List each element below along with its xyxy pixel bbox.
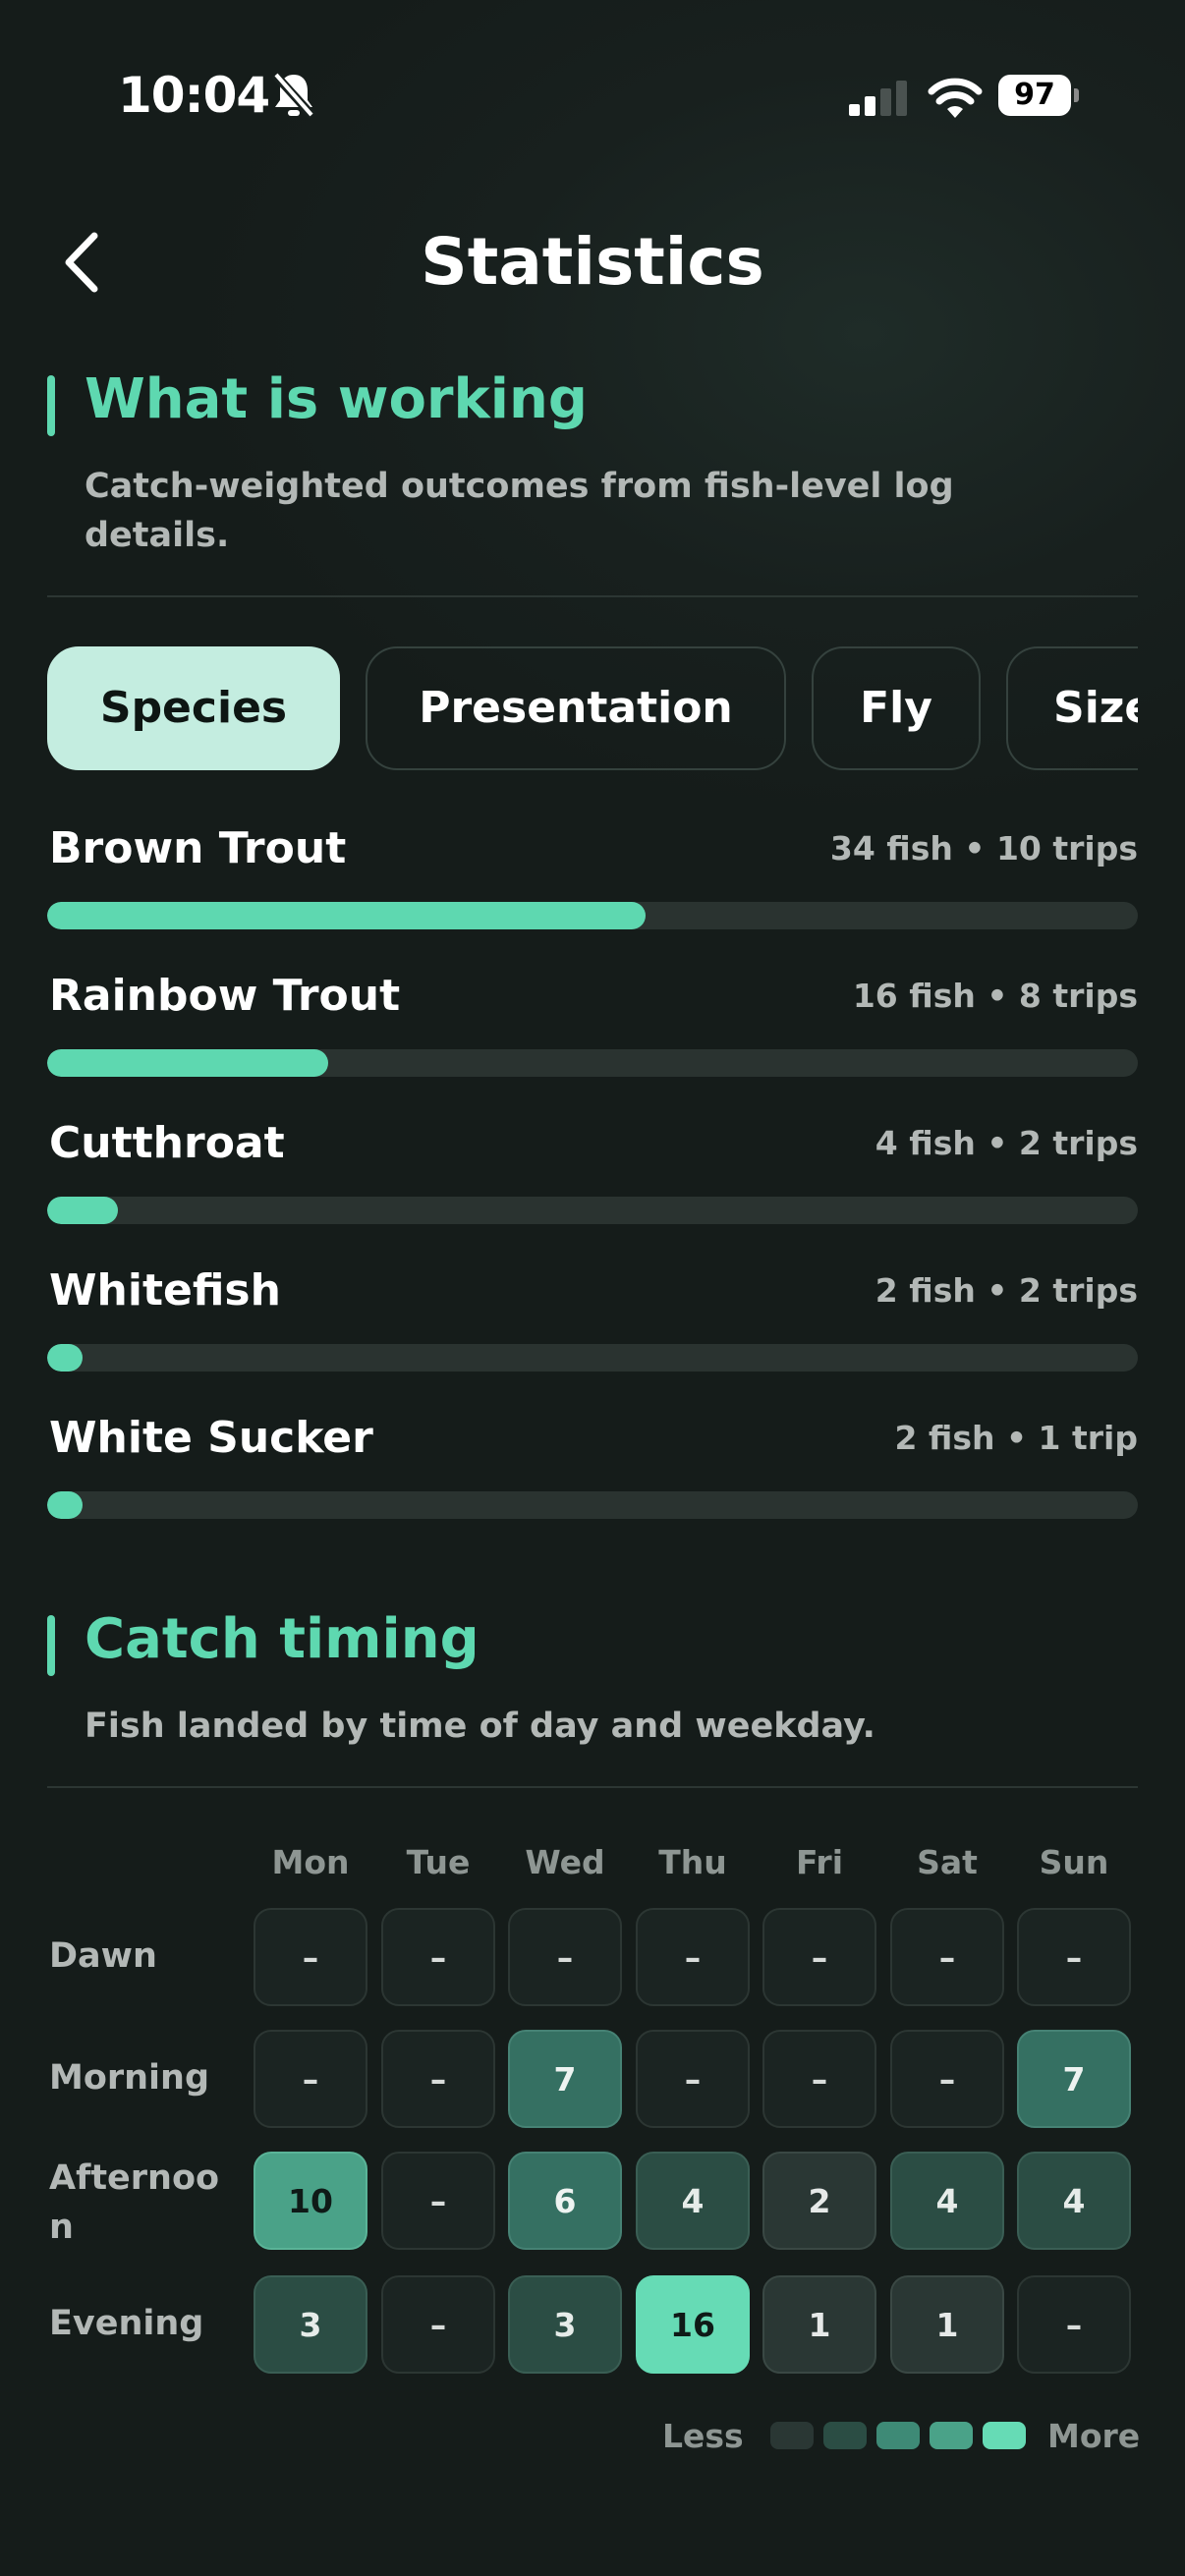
legend-swatch xyxy=(876,2422,920,2449)
species-name: White Sucker xyxy=(49,1413,373,1463)
day-header: Thu xyxy=(658,1843,727,1881)
heatmap-cell: – xyxy=(636,1908,750,2006)
battery-icon: 97 xyxy=(998,75,1079,116)
heatmap-cell: – xyxy=(508,1908,622,2006)
species-name: Brown Trout xyxy=(49,823,347,873)
legend-swatch xyxy=(823,2422,867,2449)
heatmap-cell: – xyxy=(762,2030,876,2128)
legend-more-label: More xyxy=(1047,2417,1141,2455)
legend-swatch xyxy=(983,2422,1026,2449)
battery-level: 97 xyxy=(998,75,1071,116)
heatmap-cell: 2 xyxy=(762,2152,876,2250)
heatmap-cell: – xyxy=(890,1908,1004,2006)
heatmap-cell: 3 xyxy=(508,2275,622,2374)
cellular-signal-icon xyxy=(849,81,907,116)
species-name: Whitefish xyxy=(49,1265,281,1316)
heatmap-cell: – xyxy=(381,2152,495,2250)
heatmap-cell: – xyxy=(1017,2275,1131,2374)
wifi-icon xyxy=(928,78,983,118)
species-bar-track xyxy=(47,902,1138,929)
legend-less-label: Less xyxy=(662,2417,744,2455)
species-bar-track xyxy=(47,1197,1138,1224)
bell-slash-icon xyxy=(271,71,316,120)
heatmap-cell: 7 xyxy=(1017,2030,1131,2128)
heatmap-cell: – xyxy=(636,2030,750,2128)
species-stats: 2 fish • 1 trip xyxy=(894,1419,1138,1457)
section-accent-bar xyxy=(47,375,55,436)
species-bar-fill xyxy=(47,1049,329,1077)
page-title: Statistics xyxy=(421,224,764,300)
day-header: Wed xyxy=(525,1843,605,1881)
heatmap-cell: – xyxy=(381,1908,495,2006)
heatmap-cell: – xyxy=(254,2030,367,2128)
breakdown-tabs: Species Presentation Fly Size xyxy=(47,646,1138,774)
heatmap-cell: 1 xyxy=(890,2275,1004,2374)
species-stats: 34 fish • 10 trips xyxy=(829,829,1138,868)
tab-size[interactable]: Size xyxy=(1006,646,1138,770)
tab-presentation[interactable]: Presentation xyxy=(366,646,786,770)
tab-fly[interactable]: Fly xyxy=(812,646,981,770)
catch-timing-subtitle: Fish landed by time of day and weekday. xyxy=(85,1707,875,1746)
heatmap-cell: 3 xyxy=(254,2275,367,2374)
heatmap-cell: 4 xyxy=(636,2152,750,2250)
species-stats: 4 fish • 2 trips xyxy=(875,1124,1138,1162)
heatmap-cell: – xyxy=(254,1908,367,2006)
species-name: Rainbow Trout xyxy=(49,971,401,1021)
heatmap-cell: 7 xyxy=(508,2030,622,2128)
slot-label: Evening xyxy=(49,2304,204,2343)
slot-label: Dawn xyxy=(49,1936,157,1976)
tab-species[interactable]: Species xyxy=(47,646,340,770)
heatmap-cell: – xyxy=(381,2275,495,2374)
species-bar-fill xyxy=(47,1197,118,1224)
what-is-working-title: What is working xyxy=(85,367,588,431)
heatmap-cell: – xyxy=(381,2030,495,2128)
heatmap-cell: 16 xyxy=(636,2275,750,2374)
heatmap-cell: 1 xyxy=(762,2275,876,2374)
species-bar-fill xyxy=(47,1344,83,1372)
species-bar-fill xyxy=(47,902,646,929)
species-bar-track xyxy=(47,1049,1138,1077)
slot-label: Morning xyxy=(49,2058,210,2098)
species-bar-track xyxy=(47,1491,1138,1519)
legend-swatch xyxy=(770,2422,814,2449)
day-header: Mon xyxy=(271,1843,350,1881)
heatmap-cell: 10 xyxy=(254,2152,367,2250)
species-name: Cutthroat xyxy=(49,1118,285,1168)
heatmap-cell: 4 xyxy=(890,2152,1004,2250)
day-header: Tue xyxy=(406,1843,471,1881)
species-bar-fill xyxy=(47,1491,83,1519)
species-stats: 16 fish • 8 trips xyxy=(852,977,1138,1015)
section-divider xyxy=(47,595,1138,597)
heatmap-cell: – xyxy=(890,2030,1004,2128)
catch-timing-title: Catch timing xyxy=(85,1607,480,1671)
species-stats: 2 fish • 2 trips xyxy=(875,1271,1138,1310)
day-header: Fri xyxy=(795,1843,844,1881)
heatmap-cell: – xyxy=(1017,1908,1131,2006)
heatmap-cell: 6 xyxy=(508,2152,622,2250)
heatmap-cell: – xyxy=(762,1908,876,2006)
heatmap-cell: 4 xyxy=(1017,2152,1131,2250)
species-bar-track xyxy=(47,1344,1138,1372)
what-is-working-subtitle: Catch-weighted outcomes from fish-level … xyxy=(85,467,954,555)
section-divider xyxy=(47,1786,1138,1788)
day-header: Sun xyxy=(1039,1843,1109,1881)
day-header: Sat xyxy=(917,1843,978,1881)
legend-swatch xyxy=(930,2422,973,2449)
status-time: 10:04 xyxy=(118,67,270,124)
section-accent-bar xyxy=(47,1615,55,1676)
slot-label: Afternoon xyxy=(49,2158,220,2247)
